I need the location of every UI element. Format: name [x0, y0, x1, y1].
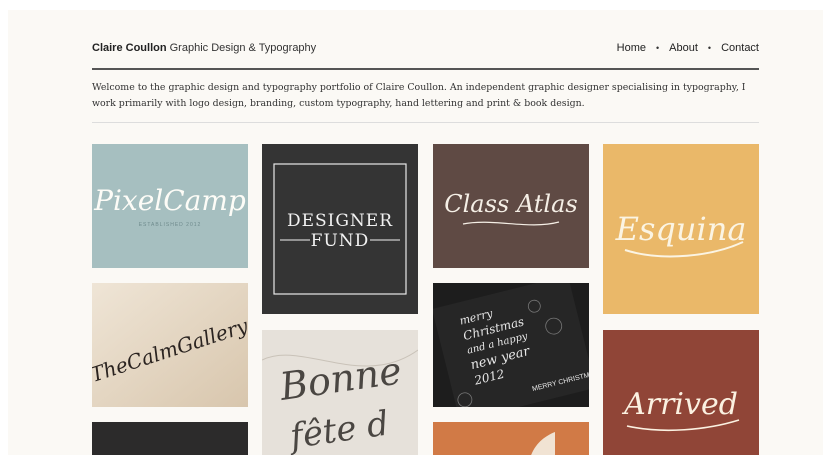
portfolio-tile-merry-christmas[interactable]: merry Christmas and a happy new year 201…	[433, 283, 589, 407]
svg-text:DESIGNER: DESIGNER	[287, 211, 393, 231]
site-tagline: Graphic Design & Typography	[169, 42, 317, 54]
portfolio-tile-pixelcamp[interactable]: PixelCamp ESTABLISHED 2012	[92, 144, 248, 268]
portfolio-tile-dark[interactable]	[92, 422, 248, 455]
intro-divider	[92, 122, 759, 123]
class-atlas-logo: Class Atlas	[444, 190, 578, 226]
portfolio-tile-calm-gallery[interactable]: TheCalmGallery	[92, 283, 248, 407]
svg-text:FUND: FUND	[311, 231, 370, 251]
calm-gallery-artwork: TheCalmGallery	[92, 283, 248, 407]
portfolio-tile-class-atlas[interactable]: Class Atlas	[433, 144, 589, 268]
nav-about[interactable]: About	[669, 42, 698, 55]
designer-fund-logo: DESIGNER FUND	[273, 163, 407, 295]
svg-text:PixelCamp: PixelCamp	[93, 184, 246, 217]
nav-separator: •	[707, 43, 712, 53]
nav-contact[interactable]: Contact	[721, 42, 759, 55]
portfolio-tile-arrived[interactable]: Arrived	[603, 330, 759, 455]
portfolio-tile-bonne-fete[interactable]: Bonne fête d	[262, 330, 418, 455]
page: Claire Coullon Graphic Design & Typograp…	[8, 10, 823, 455]
svg-text:Class Atlas: Class Atlas	[444, 190, 577, 218]
pixelcamp-logo: PixelCamp ESTABLISHED 2012	[93, 184, 246, 228]
portfolio-tile-orange[interactable]	[433, 422, 589, 455]
site-header: Claire Coullon Graphic Design & Typograp…	[92, 38, 759, 68]
bonne-fete-artwork: Bonne fête d	[262, 330, 418, 455]
orange-tile-artwork	[531, 432, 555, 455]
site-title[interactable]: Claire Coullon Graphic Design & Typograp…	[92, 42, 316, 54]
portfolio-tile-esquina[interactable]: Esquina	[603, 144, 759, 314]
nav-separator: •	[656, 43, 660, 53]
esquina-logo: Esquina	[615, 210, 747, 258]
nav-home[interactable]: Home	[617, 42, 646, 55]
svg-text:ESTABLISHED 2012: ESTABLISHED 2012	[139, 222, 202, 228]
intro-text: Welcome to the graphic design and typogr…	[92, 82, 746, 109]
site-name[interactable]: Claire Coullon	[92, 42, 167, 54]
header-divider	[92, 68, 759, 70]
portfolio-tile-designer-fund[interactable]: DESIGNER FUND	[262, 144, 418, 314]
svg-text:Esquina: Esquina	[615, 210, 747, 248]
merry-christmas-card: merry Christmas and a happy new year 201…	[433, 283, 589, 407]
arrived-logo: Arrived	[621, 387, 740, 432]
main-nav: Home • About • Contact	[617, 42, 759, 55]
svg-text:Arrived: Arrived	[621, 387, 738, 422]
